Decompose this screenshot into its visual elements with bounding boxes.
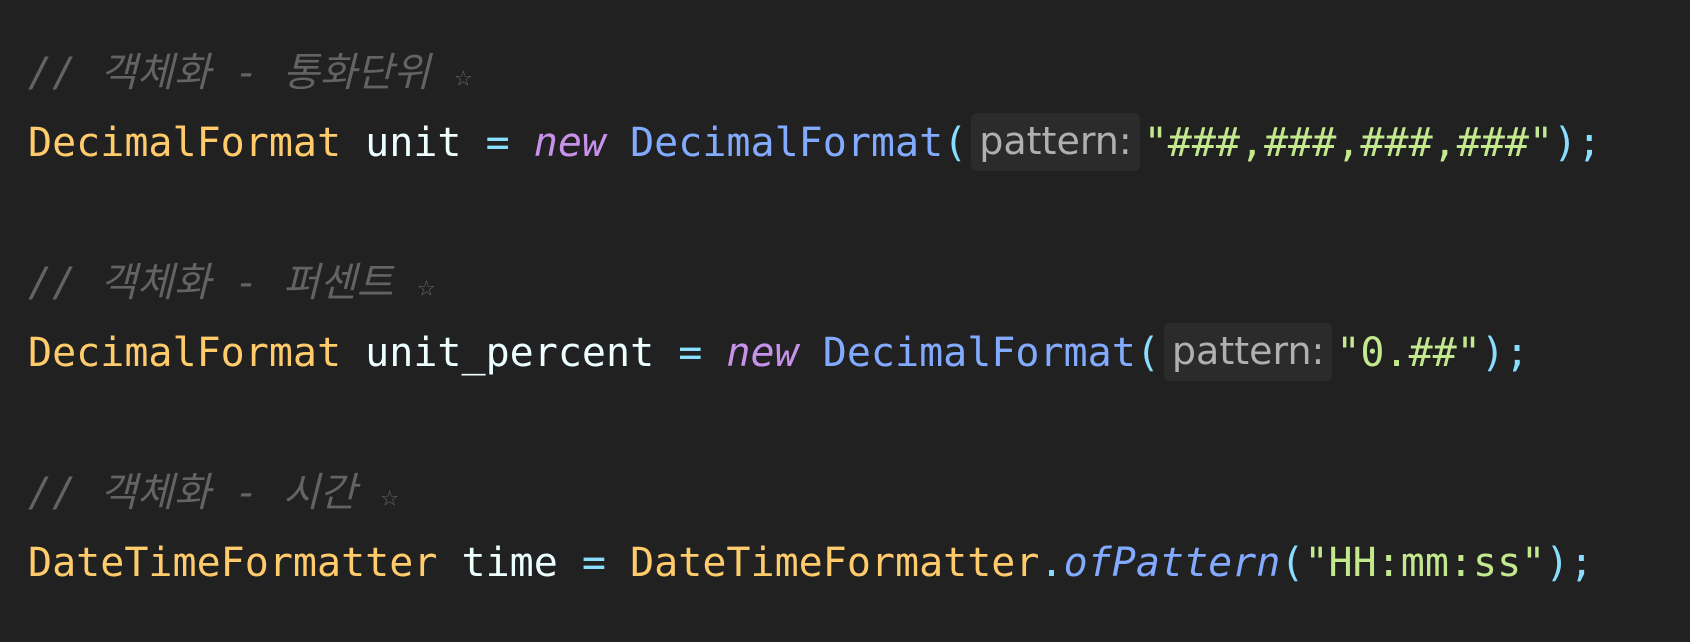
comment-percent: // 객체화 - 퍼센트 (28, 260, 418, 306)
constructor-name: DecimalFormat (798, 330, 1136, 376)
close-paren: ) (1545, 540, 1570, 586)
variable-name: unit (341, 120, 462, 166)
type-name: DecimalFormat (28, 330, 342, 376)
constructor-name: DecimalFormat (606, 120, 944, 166)
code-line-time[interactable]: DateTimeFormatter time = DateTimeFormatt… (28, 528, 1690, 598)
open-paren: ( (943, 120, 968, 166)
method-name: ofPattern (1063, 540, 1281, 586)
assign-operator: = (461, 120, 534, 166)
blank-line[interactable] (28, 388, 1690, 458)
assign-operator: = (654, 330, 727, 376)
keyword-new: new (533, 120, 606, 166)
open-paren: ( (1280, 540, 1305, 586)
code-editor[interactable]: // 객체화 - 통화단위 ☆ DecimalFormat unit = new… (0, 0, 1690, 642)
semicolon: ; (1577, 120, 1602, 166)
code-line-unit-percent[interactable]: DecimalFormat unit_percent = new Decimal… (28, 318, 1690, 388)
parameter-hint: pattern: (971, 113, 1140, 171)
star-icon: ☆ (417, 269, 436, 304)
variable-name: unit_percent (341, 330, 655, 376)
open-paren: ( (1135, 330, 1160, 376)
code-line-comment-percent[interactable]: // 객체화 - 퍼센트 ☆ (28, 248, 1690, 318)
semicolon: ; (1569, 540, 1594, 586)
member-dot: . (1039, 540, 1064, 586)
variable-name: time (437, 540, 558, 586)
keyword-new: new (726, 330, 799, 376)
string-literal: "###,###,###,###" (1143, 120, 1554, 166)
star-icon: ☆ (454, 59, 473, 94)
assign-operator: = (557, 540, 631, 586)
code-line-comment-time[interactable]: // 객체화 - 시간 ☆ (28, 458, 1690, 528)
blank-line[interactable] (28, 178, 1690, 248)
parameter-hint: pattern: (1163, 323, 1333, 381)
comment-time: // 객체화 - 시간 (28, 470, 381, 516)
semicolon: ; (1504, 330, 1530, 376)
close-paren: ) (1480, 330, 1505, 376)
code-line-unit[interactable]: DecimalFormat unit = new DecimalFormat(p… (28, 108, 1690, 178)
class-name: DateTimeFormatter (630, 540, 1040, 586)
string-literal: "HH:mm:ss" (1304, 540, 1546, 586)
close-paren: ) (1553, 120, 1578, 166)
comment-currency: // 객체화 - 통화단위 (28, 50, 455, 96)
type-name: DecimalFormat (28, 120, 342, 166)
code-line-comment-currency[interactable]: // 객체화 - 통화단위 ☆ (28, 38, 1690, 108)
type-name: DateTimeFormatter (28, 540, 438, 586)
star-icon: ☆ (380, 479, 399, 514)
string-literal: "0.##" (1336, 330, 1481, 376)
